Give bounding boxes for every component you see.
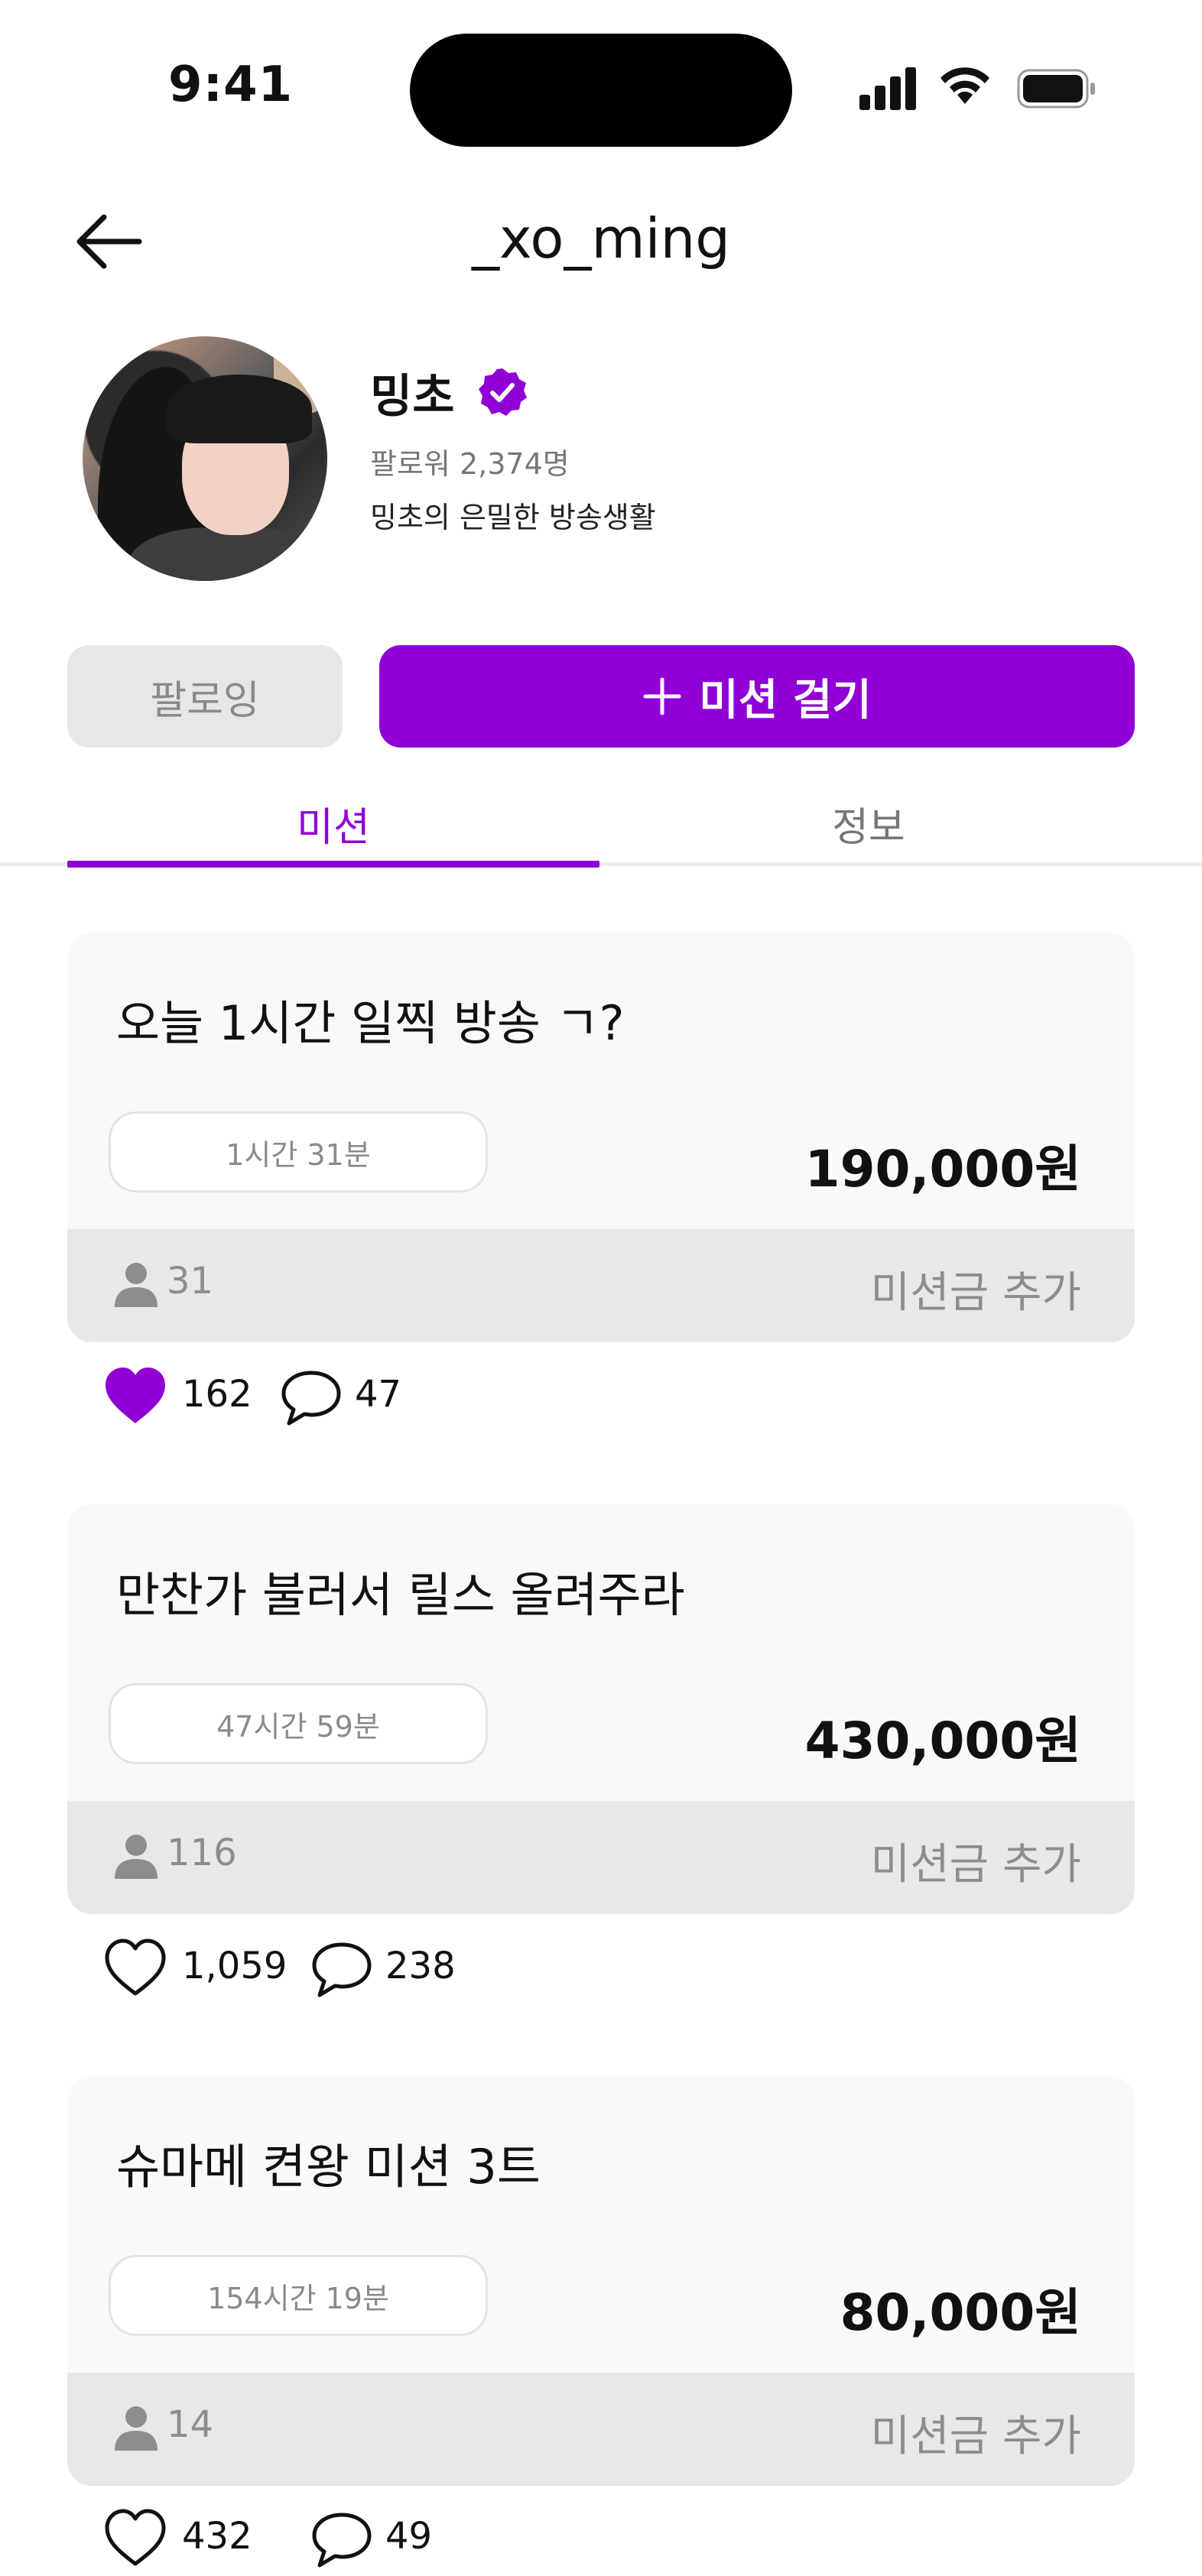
like-count: 432 [182, 2515, 252, 2558]
cellular-signal-icon [859, 66, 918, 110]
comment-count: 238 [385, 1945, 456, 1987]
mission-card[interactable]: 오늘 1시간 일찍 방송 ㄱ? 1시간 31분 190,000원 31 미션금 … [67, 933, 1135, 1342]
following-button-label: 팔로잉 [150, 677, 260, 724]
plus-icon [643, 677, 681, 715]
like-count: 1,059 [182, 1945, 288, 1987]
heart-outline-icon[interactable] [102, 1937, 168, 1998]
mission-title: 슈마메 켠왕 미션 3트 [116, 2139, 541, 2195]
tab-info[interactable]: 정보 [603, 795, 1135, 852]
comment-icon[interactable] [310, 2510, 373, 2568]
mission-price: 190,000원 [804, 1140, 1081, 1199]
comment-count: 47 [355, 1373, 402, 1416]
follower-count: 팔로워 2,374명 [370, 447, 570, 481]
dynamic-island [410, 34, 792, 147]
mission-timer: 154시간 19분 [109, 2255, 488, 2336]
mission-timer: 47시간 59분 [109, 1683, 488, 1764]
mission-title: 오늘 1시간 일찍 방송 ㄱ? [116, 995, 625, 1051]
wifi-icon [940, 67, 989, 104]
active-tab-indicator [67, 861, 599, 868]
heart-outline-icon[interactable] [102, 2507, 168, 2568]
avatar [83, 336, 327, 581]
mission-price: 430,000원 [804, 1711, 1081, 1770]
comment-count: 49 [385, 2515, 433, 2558]
create-mission-button[interactable]: 미션 걸기 [379, 645, 1135, 748]
participant-count: 14 [167, 2403, 214, 2446]
mission-card[interactable]: 슈마메 켠왕 미션 3트 154시간 19분 80,000원 14 미션금 추가 [67, 2076, 1135, 2486]
mission-timer: 1시간 31분 [109, 1111, 488, 1192]
create-mission-label: 미션 걸기 [699, 675, 872, 725]
following-button[interactable]: 팔로잉 [67, 645, 343, 748]
mission-footer: 14 미션금 추가 [67, 2373, 1135, 2486]
mission-footer: 116 미션금 추가 [67, 1801, 1135, 1914]
profile-bio: 밍초의 은밀한 방송생활 [370, 501, 656, 534]
mission-footer: 31 미션금 추가 [67, 1229, 1135, 1342]
add-mission-fund-button[interactable]: 미션금 추가 [871, 1258, 1081, 1320]
person-icon [115, 1835, 158, 1879]
battery-icon [1017, 69, 1095, 109]
person-icon [115, 2406, 158, 2451]
participant-count: 116 [167, 1831, 237, 1874]
status-time: 9:41 [168, 57, 294, 113]
verified-badge-icon [479, 368, 527, 416]
person-icon [115, 1263, 158, 1307]
profile-name: 밍초 [370, 370, 455, 423]
mission-price: 80,000원 [840, 2283, 1081, 2342]
comment-icon[interactable] [310, 1940, 373, 1998]
page-title: _xo_ming [472, 206, 730, 271]
like-count: 162 [182, 1373, 252, 1416]
add-mission-fund-button[interactable]: 미션금 추가 [871, 2402, 1081, 2464]
tab-missions[interactable]: 미션 [67, 795, 599, 852]
heart-filled-icon[interactable] [102, 1365, 168, 1426]
mission-card[interactable]: 만찬가 불러서 릴스 올려주라 47시간 59분 430,000원 116 미션… [67, 1504, 1135, 1914]
participant-count: 31 [167, 1260, 214, 1303]
mission-title: 만찬가 불러서 릴스 올려주라 [116, 1567, 685, 1623]
add-mission-fund-button[interactable]: 미션금 추가 [871, 1830, 1081, 1892]
comment-icon[interactable] [280, 1368, 343, 1426]
